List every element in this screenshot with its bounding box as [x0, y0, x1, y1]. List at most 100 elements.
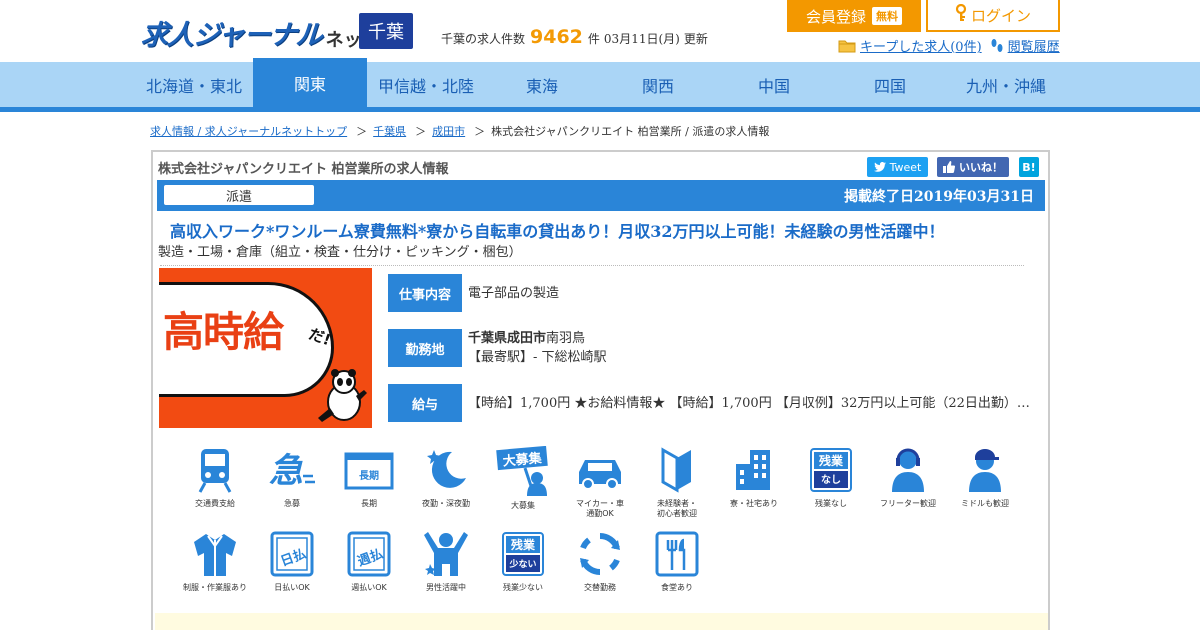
employment-type: 派遣 — [164, 185, 314, 205]
kept-jobs-link[interactable]: キープした求人(0件) — [860, 36, 982, 55]
feature-cafeteria: 食堂あり — [637, 530, 717, 593]
history-link[interactable]: 閲覧履歴 — [1008, 36, 1060, 55]
thumbs-up-icon — [943, 161, 955, 173]
posting-end-date: 掲載終了日2019年03月31日 — [844, 189, 1034, 205]
location-value: 千葉県成田市南羽鳥 【最寄駅】- 下総松崎駅 — [468, 329, 607, 367]
job-count-prefix: 千葉の求人件数 — [441, 32, 526, 46]
feature-beginner-welcome: 未経験者・ 初心者歓迎 — [637, 446, 717, 519]
region-nav: 北海道・東北 関東 甲信越・北陸 東海 関西 中国 四国 九州・沖縄 — [0, 58, 1200, 108]
tweet-button[interactable]: Tweet — [867, 157, 928, 177]
feature-dormitory: 寮・社宅あり — [714, 446, 794, 509]
svg-text:長期: 長期 — [359, 469, 379, 482]
update-date: 03月11日(月) — [603, 32, 680, 46]
feature-daily-pay: 日払 日払いOK — [252, 530, 332, 593]
free-badge: 無料 — [872, 7, 902, 25]
cap-person-icon — [969, 449, 1001, 492]
long-term-icon: 長期 — [344, 452, 394, 490]
job-count-suffix: 件 — [587, 32, 600, 46]
site-logo[interactable]: 求人ジャーナル ネット — [139, 14, 380, 54]
nearest-station: 【最寄駅】- 下総松崎駅 — [468, 350, 607, 365]
key-icon — [955, 3, 967, 26]
region-tab-koshinetsu-hokuriku[interactable]: 甲信越・北陸 — [369, 62, 483, 108]
svg-text:少ない: 少ない — [508, 558, 536, 570]
dormitory-icon — [736, 450, 770, 490]
feature-rotation-shift: 交替勤務 — [560, 530, 640, 593]
hatena-bookmark-button[interactable]: B! — [1019, 157, 1039, 177]
breadcrumb: 求人情報 / 求人ジャーナルネットトップ＞千葉県＞成田市＞株式会社ジャパンクリエ… — [150, 125, 770, 138]
folder-icon — [838, 39, 856, 53]
login-button[interactable]: ログイン — [926, 0, 1060, 32]
region-tab-kyushu-okinawa[interactable]: 九州・沖縄 — [949, 62, 1063, 108]
region-tab-kansai[interactable]: 関西 — [601, 62, 715, 108]
breadcrumb-current: 株式会社ジャパンクリエイト 柏営業所 / 派遣の求人情報 — [491, 125, 770, 138]
header-links: キープした求人(0件) 閲覧履歴 — [838, 36, 1060, 55]
feature-middle-welcome: ミドルも歓迎 — [945, 446, 1025, 509]
update-label: 更新 — [683, 32, 708, 46]
urgent-icon: 急 — [269, 451, 315, 491]
cafeteria-icon — [655, 531, 699, 577]
svg-text:なし: なし — [821, 474, 841, 486]
breadcrumb-city-link[interactable]: 成田市 — [432, 125, 465, 138]
bottom-info-strip — [155, 613, 1048, 630]
tweet-label: Tweet — [889, 160, 922, 174]
image-headline: 高時給 — [163, 308, 284, 356]
region-tab-chugoku[interactable]: 中国 — [717, 62, 831, 108]
company-title: 株式会社ジャパンクリエイト 柏営業所の求人情報 — [158, 162, 449, 177]
job-image[interactable]: 高時給 だ! — [159, 268, 372, 428]
beginner-mark-icon — [661, 447, 691, 493]
feature-long-term: 長期 長期 — [329, 446, 409, 509]
feature-weekly-pay: 週払 週払いOK — [329, 530, 409, 593]
register-label: 会員登録 — [805, 7, 866, 26]
logo-main-text: 求人ジャーナル — [139, 20, 323, 51]
region-tab-hokkaido-tohoku[interactable]: 北海道・東北 — [137, 62, 251, 108]
region-tab-kanto[interactable]: 関東 — [253, 58, 367, 108]
register-button[interactable]: 会員登録 無料 — [787, 0, 921, 32]
feature-uniform: 制服・作業服あり — [175, 530, 255, 593]
job-category: 製造・工場・倉庫（組立・検査・仕分け・ピッキング・梱包） — [158, 245, 522, 260]
svg-text:急: 急 — [269, 451, 303, 491]
location-label: 勤務地 — [388, 329, 462, 367]
dotted-divider — [160, 265, 1024, 266]
like-button[interactable]: いいね！ — [937, 157, 1009, 177]
footprint-icon — [990, 38, 1004, 54]
mass-hiring-icon: 大募集 — [496, 446, 548, 496]
feature-car-commute: マイカー・車 通勤OK — [560, 446, 640, 519]
no-overtime-icon: 残業なし — [810, 448, 852, 492]
train-icon — [198, 449, 232, 493]
region-tab-tokai[interactable]: 東海 — [485, 62, 599, 108]
job-status-bar: 派遣 掲載終了日2019年03月31日 — [157, 180, 1045, 211]
svg-text:残業: 残業 — [819, 453, 844, 468]
like-label: いいね！ — [959, 161, 1003, 174]
job-title[interactable]: 高収入ワーク*ワンルーム寮費無料*寮から自転車の貸出あり！月収32万円以上可能！… — [170, 218, 945, 242]
work-content-value: 電子部品の製造 — [468, 286, 560, 301]
feature-night-shift: 夜勤・深夜勤 — [406, 446, 486, 509]
uniform-icon — [194, 534, 236, 576]
region-tab-shikoku[interactable]: 四国 — [833, 62, 947, 108]
nav-divider — [0, 107, 1200, 112]
svg-text:残業: 残業 — [511, 537, 536, 552]
feature-no-overtime: 残業 なし 残業なし — [791, 446, 871, 509]
feature-urgent: 急 急募 — [252, 446, 332, 509]
men-active-icon — [424, 532, 468, 576]
daily-pay-icon: 日払 — [270, 531, 314, 577]
site-header: 求人ジャーナル ネット 千葉 千葉の求人件数 9462 件 03月11日(月) … — [0, 0, 1200, 62]
feature-men-active: 男性活躍中 — [406, 530, 486, 593]
twitter-bird-icon — [873, 162, 886, 172]
feature-transport-allowance: 交通費支給 — [175, 446, 255, 509]
job-count-line: 千葉の求人件数 9462 件 03月11日(月) 更新 — [441, 26, 708, 48]
location-city: 千葉県成田市 — [468, 331, 547, 346]
work-content-label: 仕事内容 — [388, 274, 462, 312]
feature-freeter-welcome: フリーター歓迎 — [868, 446, 948, 509]
login-label: ログイン — [970, 6, 1031, 25]
feature-little-overtime: 残業 少ない 残業少ない — [483, 530, 563, 593]
location-area: 南羽鳥 — [546, 331, 586, 346]
breadcrumb-prefecture-link[interactable]: 千葉県 — [373, 125, 406, 138]
feature-mass-hiring: 大募集 大募集 — [483, 446, 563, 511]
breadcrumb-top-link[interactable]: 求人情報 / 求人ジャーナルネットトップ — [150, 125, 347, 138]
little-overtime-icon: 残業少ない — [502, 532, 544, 576]
panda-icon — [318, 369, 367, 422]
prefecture-badge[interactable]: 千葉 — [359, 13, 413, 49]
salary-label: 給与 — [388, 384, 462, 422]
rotation-icon — [580, 532, 620, 576]
salary-value: 【時給】1,700円 ★お給料情報★ 【時給】1,700円 【月収例】32万円以… — [468, 396, 1030, 411]
